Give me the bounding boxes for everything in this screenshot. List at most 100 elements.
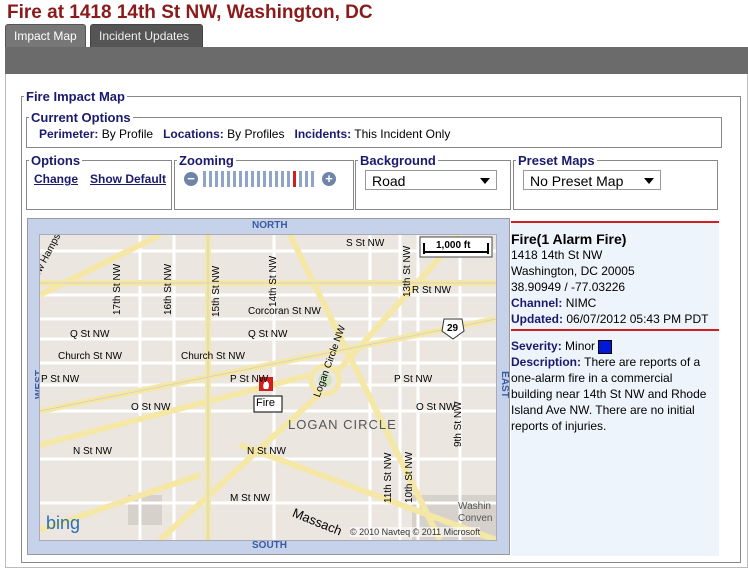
- zoom-level-tick[interactable]: [269, 171, 272, 187]
- pan-north-button[interactable]: NORTH: [252, 220, 288, 231]
- current-options-group: Current Options Perimeter: By Profile Lo…: [26, 110, 722, 148]
- street-label: Q St NW: [70, 329, 110, 340]
- incidents-value: This Incident Only: [354, 127, 451, 141]
- fire-impact-map-legend: Fire Impact Map: [26, 89, 125, 104]
- scale-label: 1,000 ft: [436, 240, 471, 251]
- street-label: N St NW: [73, 446, 112, 457]
- perimeter-value: By Profile: [101, 127, 154, 141]
- street-label: Conven: [458, 513, 493, 524]
- incident-address-1: 1418 14th St NW: [511, 248, 603, 262]
- background-selected: Road: [372, 173, 406, 189]
- background-legend: Background: [360, 153, 436, 168]
- severity-value: Minor: [565, 339, 596, 353]
- pan-south-button[interactable]: SOUTH: [252, 540, 287, 551]
- description-line: Island Ave NW. There are no initial: [511, 403, 695, 417]
- zoom-level-tick[interactable]: [245, 171, 248, 187]
- incident-details: Fire(1 Alarm Fire) 1418 14th St NW Washi…: [511, 231, 708, 327]
- street-label: N St NW: [247, 446, 286, 457]
- zoom-level-tick[interactable]: [239, 171, 242, 187]
- street-label: 16th St NW: [163, 263, 174, 315]
- incident-severity: Severity: Minor: [511, 338, 706, 354]
- divider: [511, 329, 719, 331]
- street-label: 15th St NW: [211, 265, 222, 317]
- locations-value: By Profiles: [227, 127, 285, 141]
- background-select[interactable]: Road: [365, 170, 497, 190]
- incident-description: Severity: Minor Description: There are r…: [511, 338, 706, 434]
- street-label: 13th St NW: [402, 245, 413, 297]
- incident-channel: Channel: NIMC: [511, 295, 708, 311]
- updated-label: Updated:: [511, 312, 563, 326]
- street-label: Washin: [458, 501, 491, 512]
- map-copyright: © 2010 Navteq © 2011 Microsoft: [350, 527, 481, 537]
- preset-map-select[interactable]: No Preset Map: [523, 170, 661, 190]
- tab-incident-updates[interactable]: Incident Updates: [90, 24, 203, 47]
- perimeter-label: Perimeter:: [39, 127, 99, 141]
- map-frame: NORTH SOUTH WEST EAST: [27, 218, 510, 555]
- channel-label: Channel:: [511, 296, 563, 310]
- street-label: O St NW: [416, 402, 456, 413]
- change-link[interactable]: Change: [34, 172, 78, 186]
- bing-logo: bing: [46, 513, 80, 533]
- zoom-level-tick[interactable]: [299, 171, 302, 187]
- incident-info-panel: Fire(1 Alarm Fire) 1418 14th St NW Washi…: [511, 221, 719, 556]
- street-label: Corcoran St NW: [248, 306, 321, 317]
- zoom-level-current[interactable]: [293, 171, 296, 187]
- background-group: Background Road: [355, 153, 511, 210]
- street-label: Church St NW: [58, 351, 122, 362]
- zoom-level-tick[interactable]: [215, 171, 218, 187]
- zoom-level-tick[interactable]: [203, 171, 206, 187]
- zooming-legend: Zooming: [179, 153, 234, 168]
- severity-label: Severity:: [511, 339, 562, 353]
- street-label: Q St NW: [248, 329, 288, 340]
- description-line: reports of injuries.: [511, 419, 607, 433]
- locations-label: Locations:: [163, 127, 224, 141]
- incident-updated: Updated: 06/07/2012 05:43 PM PDT: [511, 311, 708, 327]
- channel-value: NIMC: [565, 296, 597, 310]
- street-label: 11th St NW: [383, 452, 394, 503]
- zoom-level-tick[interactable]: [227, 171, 230, 187]
- zoom-level-tick[interactable]: [281, 171, 284, 187]
- description-label: Description:: [511, 355, 582, 369]
- zoom-in-button[interactable]: +: [322, 172, 336, 186]
- zoom-level-tick[interactable]: [257, 171, 260, 187]
- updated-value: 06/07/2012 05:43 PM PDT: [566, 312, 709, 326]
- current-options-line: Perimeter: By Profile Locations: By Prof…: [39, 127, 450, 141]
- street-label: S St NW: [346, 238, 385, 249]
- zoom-level-tick[interactable]: [221, 171, 224, 187]
- street-label: P St NW: [394, 374, 433, 385]
- preset-maps-legend: Preset Maps: [518, 153, 595, 168]
- chevron-down-icon: [644, 178, 654, 184]
- incident-address-2: Washington, DC 20005: [511, 264, 635, 278]
- description-line: one-alarm fire in a commercial: [511, 371, 673, 385]
- zoom-level-tick[interactable]: [263, 171, 266, 187]
- logan-circle-label: LOGAN CIRCLE: [288, 417, 397, 432]
- zooming-group: Zooming − +: [174, 153, 354, 210]
- page-title: Fire at 1418 14th St NW, Washington, DC: [7, 2, 373, 23]
- options-legend: Options: [31, 153, 81, 168]
- street-label: 14th St NW: [268, 255, 279, 307]
- incidents-label: Incidents:: [294, 127, 352, 141]
- zoom-level-tick[interactable]: [233, 171, 236, 187]
- zoom-out-button[interactable]: −: [184, 172, 198, 186]
- zoom-level-tick[interactable]: [287, 171, 290, 187]
- tab-impact-map[interactable]: Impact Map: [5, 24, 86, 47]
- street-label: 17th St NW: [112, 263, 123, 315]
- divider: [511, 221, 719, 223]
- zoom-level-tick[interactable]: [209, 171, 212, 187]
- pan-east-button[interactable]: EAST: [499, 371, 510, 398]
- zoom-level-tick[interactable]: [305, 171, 308, 187]
- show-default-link[interactable]: Show Default: [90, 172, 166, 186]
- street-label: P St NW: [230, 374, 269, 385]
- street-label: 9th St NW: [453, 401, 464, 447]
- zoom-level-tick[interactable]: [251, 171, 254, 187]
- description-line: building near 14th St NW and Rhode: [511, 387, 707, 401]
- zoom-level-tick[interactable]: [275, 171, 278, 187]
- zoom-level-tick[interactable]: [311, 171, 314, 187]
- map-canvas[interactable]: bing 1,000 ft 29 Fire LOGAN CIRCLE © 201…: [39, 234, 497, 541]
- preset-maps-group: Preset Maps No Preset Map: [513, 153, 718, 210]
- chevron-down-icon: [480, 178, 490, 184]
- incident-title: Fire(1 Alarm Fire): [511, 231, 627, 247]
- fire-marker-label[interactable]: Fire: [256, 397, 275, 409]
- description-line: There are reports of a: [584, 355, 701, 369]
- street-label: R St NW: [412, 285, 451, 296]
